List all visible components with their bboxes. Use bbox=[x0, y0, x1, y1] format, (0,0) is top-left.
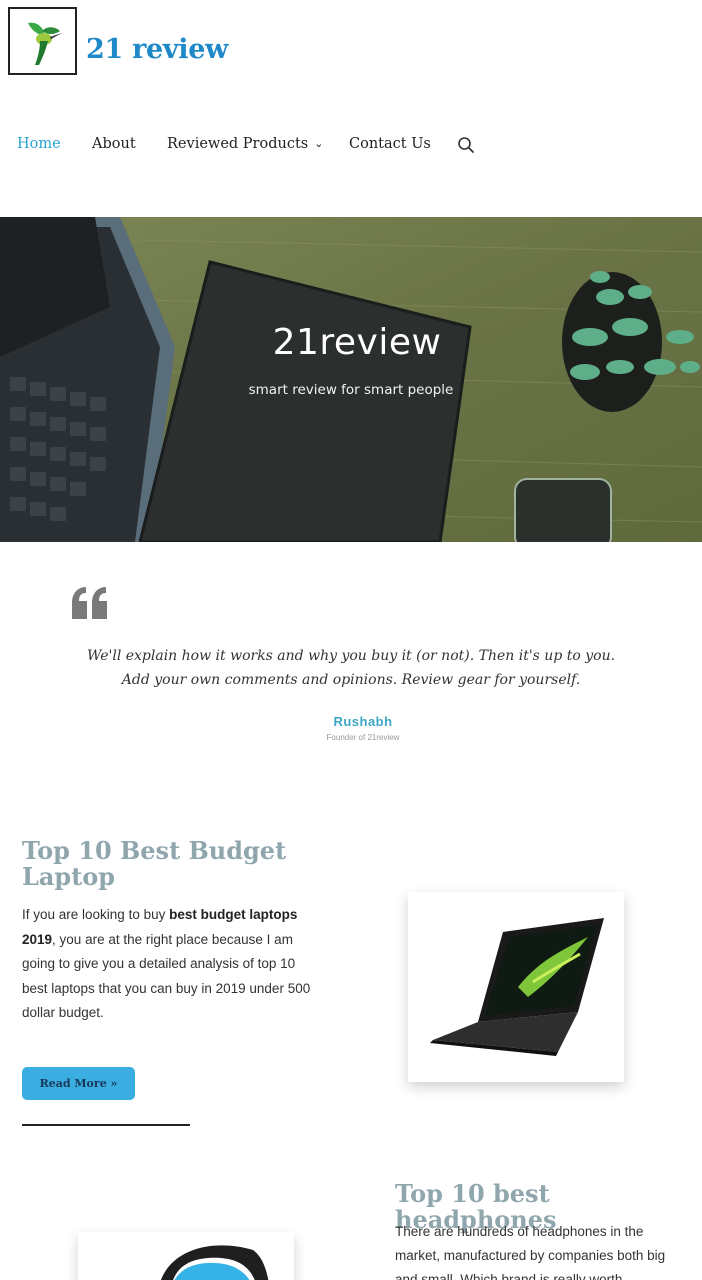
site-title[interactable]: 21 review bbox=[86, 34, 228, 65]
nav-item-label: Reviewed Products bbox=[167, 136, 309, 152]
quote-line: Add your own comments and opinions. Revi… bbox=[121, 672, 581, 688]
quote-icon bbox=[72, 587, 107, 619]
hummingbird-logo-icon bbox=[28, 22, 62, 65]
article-title[interactable]: Top 10 Best Budget Laptop bbox=[22, 838, 322, 890]
testimonial-quote: We'll explain how it works and why you b… bbox=[40, 644, 662, 692]
laptop-illustration bbox=[430, 918, 604, 1056]
headphones-image[interactable] bbox=[78, 1232, 294, 1280]
excerpt-text: , you are at the right place because I a… bbox=[22, 931, 311, 1021]
testimonial-author: Rushabh bbox=[333, 714, 393, 729]
chevron-down-icon: ⌄ bbox=[314, 137, 324, 150]
divider bbox=[22, 1124, 190, 1126]
article-excerpt: If you are looking to buy best budget la… bbox=[22, 903, 312, 1026]
hero-subtitle: smart review for smart people bbox=[248, 382, 454, 398]
hero-banner bbox=[0, 217, 702, 542]
laptop-image[interactable] bbox=[408, 892, 624, 1082]
testimonial-role: Founder of 21review bbox=[326, 733, 400, 742]
excerpt-text: If you are looking to buy bbox=[22, 907, 170, 922]
nav-item-about[interactable]: About bbox=[92, 136, 136, 152]
read-more-button[interactable]: Read More » bbox=[22, 1067, 135, 1100]
main-nav: Home About Reviewed Products ⌄ Contact Us bbox=[0, 136, 702, 158]
hero-title: 21review bbox=[272, 322, 442, 363]
nav-item-contact-us[interactable]: Contact Us bbox=[349, 136, 431, 152]
quote-line: We'll explain how it works and why you b… bbox=[86, 648, 616, 664]
hero-background-image bbox=[0, 217, 702, 542]
headphones-illustration bbox=[161, 1245, 269, 1280]
site-logo[interactable] bbox=[8, 7, 77, 75]
search-icon[interactable] bbox=[457, 136, 475, 154]
nav-item-reviewed-products[interactable]: Reviewed Products ⌄ bbox=[167, 136, 323, 152]
article-excerpt: There are hundreds of headphones in the … bbox=[395, 1224, 666, 1280]
nav-item-home[interactable]: Home bbox=[17, 136, 61, 152]
